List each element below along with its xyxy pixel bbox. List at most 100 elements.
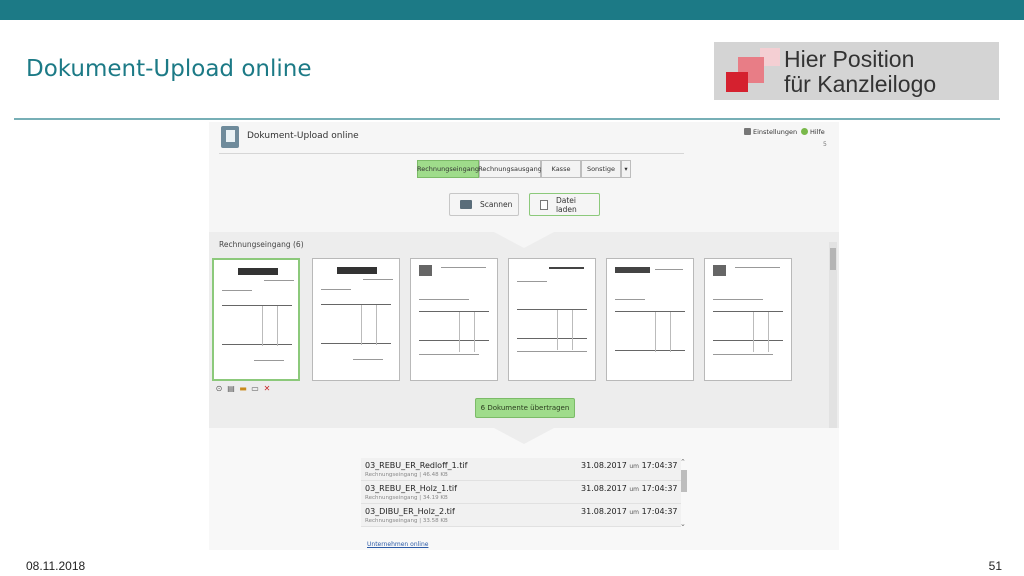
doc-table [713, 311, 783, 352]
file-time: 17:04:37 [641, 507, 678, 516]
page-number: 51 [988, 559, 1002, 573]
rotate-icon[interactable]: ⊙ [215, 385, 223, 393]
app-header: Dokument-Upload online Einstellungen Hil… [209, 122, 839, 232]
doc-table [419, 311, 489, 352]
list-item[interactable]: 03_DIBU_ER_Holz_2.tif Rechnungseingang |… [361, 504, 681, 527]
doc-logo [419, 265, 432, 276]
file-timestamp: 31.08.2017 um 17:04:37 [581, 507, 678, 516]
doc-line [363, 279, 393, 280]
app-title: Dokument-Upload online [247, 131, 359, 141]
file-name: 03_REBU_ER_Holz_1.tif [365, 484, 457, 493]
scan-button[interactable]: Scannen [449, 193, 519, 216]
doc-logo [713, 265, 726, 276]
print-icon[interactable]: ▭ [251, 385, 259, 393]
document-thumbnail[interactable] [312, 258, 400, 381]
help-icon [801, 128, 808, 135]
file-list: 03_REBU_ER_Redloff_1.tif Rechnungseingan… [361, 458, 681, 527]
app-logo-icon [221, 126, 239, 148]
file-list-scrollbar[interactable]: ⌃ ⌄ [679, 458, 689, 530]
file-um: um [629, 509, 640, 516]
chevron-down-icon[interactable]: ⌄ [680, 520, 686, 528]
wrench-icon [744, 128, 751, 135]
document-thumbnail[interactable] [508, 258, 596, 381]
document-thumbnail[interactable] [212, 258, 300, 381]
doc-letterhead [337, 267, 377, 274]
doc-line [321, 289, 351, 290]
arrow-connector-top [494, 232, 554, 248]
slide-title: Dokument-Upload online [26, 56, 312, 82]
doc-line [264, 280, 294, 281]
doc-line [713, 299, 763, 300]
file-meta: Rechnungseingang | 46.48 KB [365, 472, 448, 478]
doc-line [441, 267, 486, 268]
section-title: Rechnungseingang (6) [219, 240, 304, 249]
doc-line [549, 267, 584, 269]
doc-line [517, 281, 547, 282]
settings-label: Einstellungen [753, 128, 798, 136]
doc-line [254, 360, 284, 361]
doc-line [517, 351, 587, 352]
thumbnail-scrollbar[interactable] [829, 242, 837, 428]
doc-letterhead [615, 267, 650, 273]
scan-button-label: Scannen [480, 200, 513, 209]
file-name: 03_DIBU_ER_Holz_2.tif [365, 507, 455, 516]
arrow-connector-bottom [494, 428, 554, 444]
header-number: 5 [823, 141, 827, 148]
doc-line [222, 290, 252, 291]
tab-more-dropdown[interactable]: ▾ [621, 160, 631, 178]
doc-line [735, 267, 780, 268]
list-item[interactable]: 03_REBU_ER_Redloff_1.tif Rechnungseingan… [361, 458, 681, 481]
tab-sonstige[interactable]: Sonstige [581, 160, 621, 178]
title-divider [14, 118, 1000, 120]
document-icon [540, 199, 548, 210]
file-time: 17:04:37 [641, 484, 678, 493]
delete-icon[interactable]: ✕ [263, 385, 271, 393]
footer-date: 08.11.2018 [26, 559, 86, 573]
app-screenshot: Dokument-Upload online Einstellungen Hil… [209, 122, 839, 550]
logo-text-line1: Hier Position [784, 46, 915, 72]
document-thumbnail[interactable] [704, 258, 792, 381]
logo-square-dark [726, 72, 748, 92]
doc-line [419, 299, 469, 300]
file-date: 31.08.2017 [581, 507, 627, 516]
settings-link[interactable]: Einstellungen [744, 128, 797, 136]
doc-line [419, 354, 479, 355]
transfer-documents-button[interactable]: 6 Dokumente übertragen [475, 398, 575, 418]
tab-rechnungsausgang[interactable]: Rechnungsausgang [478, 160, 542, 178]
doc-line [353, 359, 383, 360]
file-date: 31.08.2017 [581, 461, 627, 470]
document-thumbnail[interactable] [606, 258, 694, 381]
doc-table [517, 309, 587, 350]
split-icon[interactable]: ▬ [239, 385, 247, 393]
scanner-icon [460, 200, 472, 209]
uploaded-files-panel: 03_REBU_ER_Redloff_1.tif Rechnungseingan… [209, 428, 839, 550]
tab-kasse[interactable]: Kasse [541, 160, 581, 178]
doc-table [615, 311, 685, 352]
help-label: Hilfe [810, 128, 825, 136]
file-name: 03_REBU_ER_Redloff_1.tif [365, 461, 468, 470]
load-button-label: Datei laden [555, 195, 577, 214]
list-item[interactable]: 03_REBU_ER_Holz_1.tif Rechnungseingang |… [361, 481, 681, 504]
file-um: um [629, 463, 640, 470]
chevron-up-icon[interactable]: ⌃ [680, 458, 686, 466]
top-accent-bar [0, 0, 1024, 20]
doc-table [222, 305, 292, 346]
doc-line [713, 354, 773, 355]
document-thumbnail[interactable] [410, 258, 498, 381]
logo-placeholder: Hier Position für Kanzleilogo [714, 42, 999, 100]
scrollbar-thumb[interactable] [681, 470, 687, 492]
file-meta: Rechnungseingang | 33.58 KB [365, 518, 448, 524]
company-online-link[interactable]: Unternehmen online [367, 541, 428, 548]
scrollbar-thumb[interactable] [830, 248, 836, 270]
header-divider [219, 153, 684, 154]
doc-line [615, 299, 645, 300]
thumbnail-actions: ⊙ ▤ ▬ ▭ ✕ [215, 385, 271, 393]
file-timestamp: 31.08.2017 um 17:04:37 [581, 461, 678, 470]
logo-text-line2: für Kanzleilogo [784, 71, 937, 97]
page-edit-icon[interactable]: ▤ [227, 385, 235, 393]
tab-rechnungseingang[interactable]: Rechnungseingang [417, 160, 479, 178]
load-file-button[interactable]: Datei laden [529, 193, 600, 216]
file-timestamp: 31.08.2017 um 17:04:37 [581, 484, 678, 493]
doc-table [321, 304, 391, 345]
help-link[interactable]: Hilfe [801, 128, 825, 136]
